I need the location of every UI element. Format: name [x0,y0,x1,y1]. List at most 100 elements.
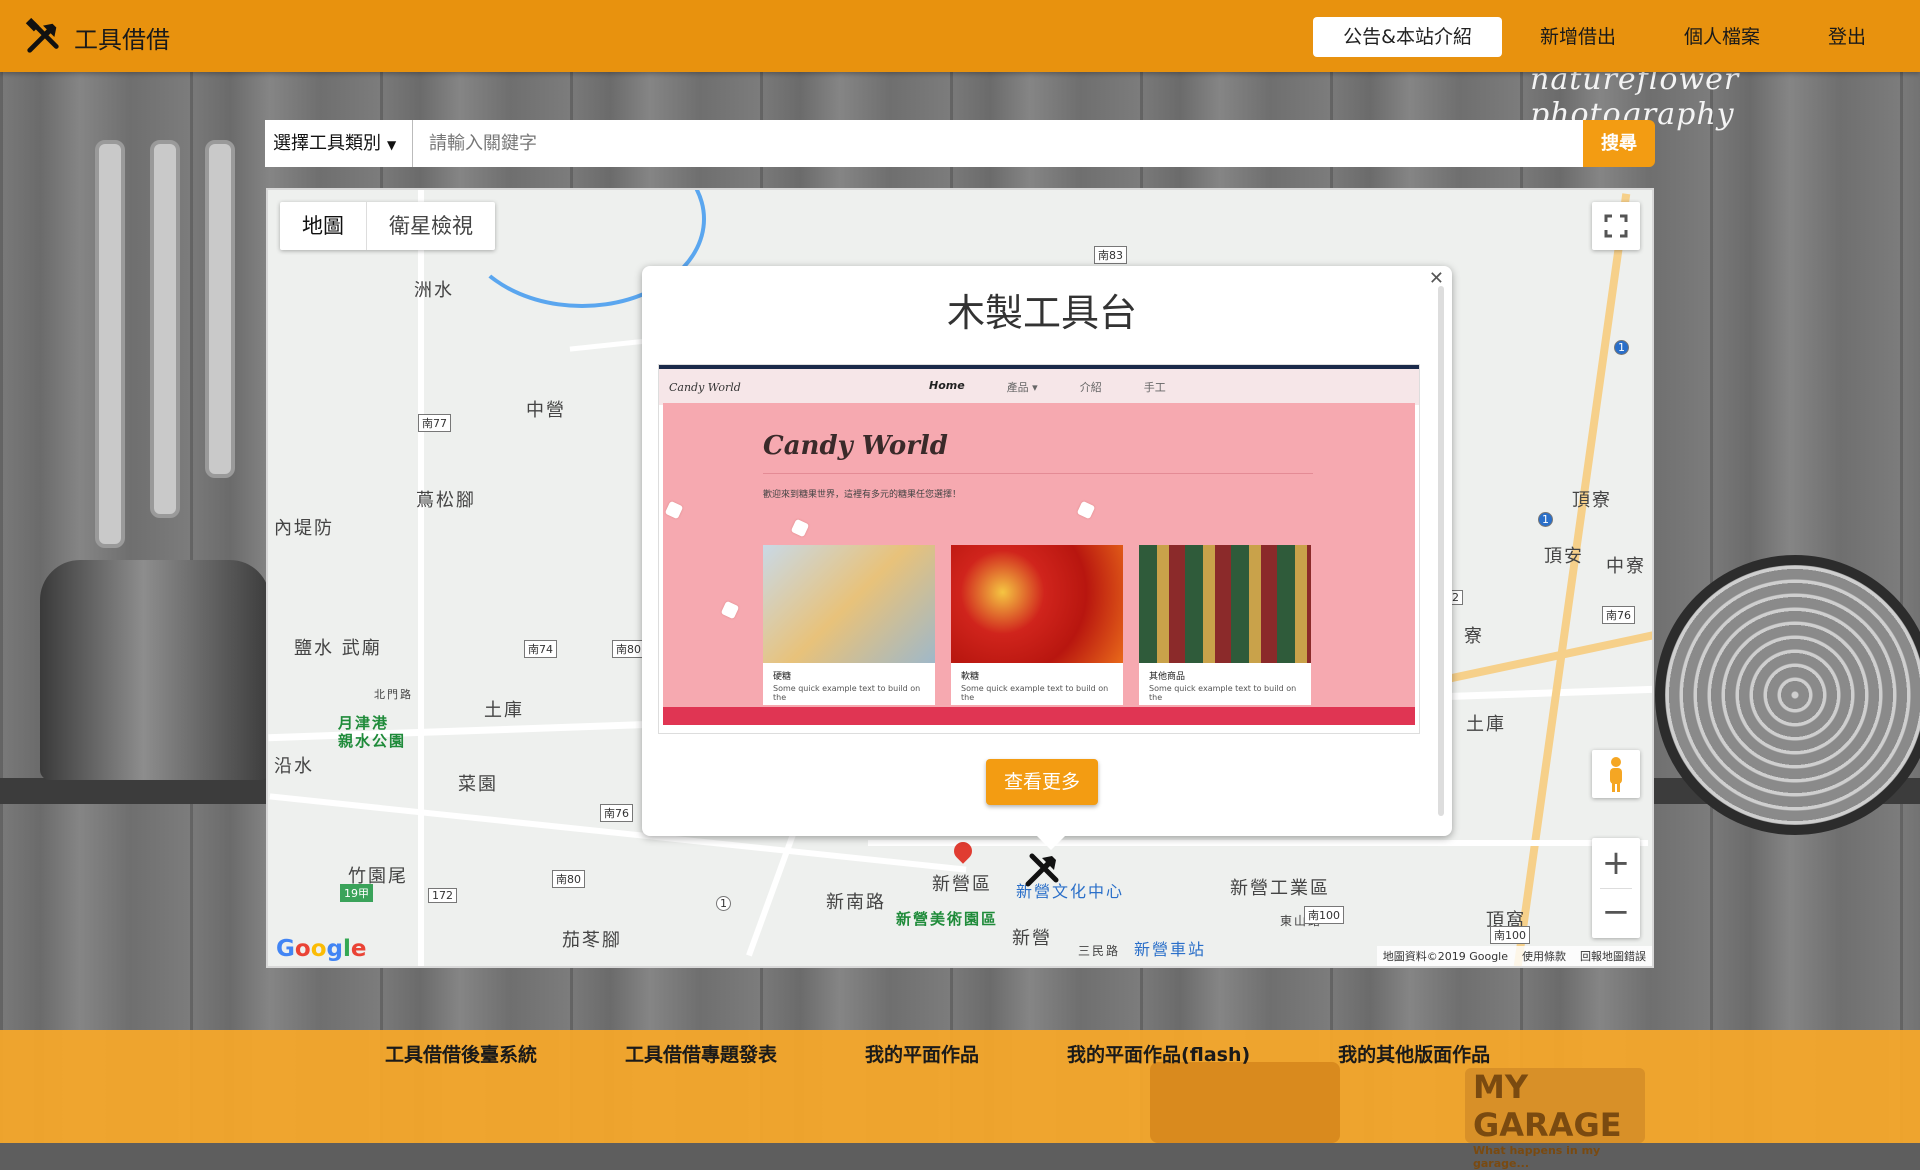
preview-image: Candy World Home 產品 ▾ 介紹 手工 Candy World … [658,364,1420,734]
background-wrench [95,140,125,548]
map-place-label: 土庫 [1466,714,1506,735]
map-place-label: 新營工業區 [1230,878,1330,899]
keyword-input[interactable] [413,120,1583,167]
map-place-label: 土庫 [484,700,524,721]
search-button[interactable]: 搜尋 [1583,120,1655,167]
map-type-roadmap[interactable]: 地圖 [280,202,367,250]
brand[interactable]: 工具借借 [24,18,170,56]
preview-hero: Candy World 歡迎來到糖果世界，這裡有多元的糖果任您選擇！ 硬糖 So… [663,403,1415,723]
map-place-label: 中寮 [1606,556,1646,577]
street-view-button[interactable] [1592,750,1640,798]
map-road-label: 南77 [418,414,451,432]
garage-sign-subtext: What happens in my garage... [1473,1144,1601,1170]
candy-decoration [790,518,810,538]
map-road-label: 1 [1614,340,1629,355]
fullscreen-button[interactable] [1592,202,1640,250]
map-road-label: 南100 [1304,906,1344,924]
map-road-label: 19甲 [340,884,373,902]
footer-link-admin[interactable]: 工具借借後臺系統 [385,1040,537,1067]
map-place-label: 新營區 [932,874,992,895]
preview-card-image [951,545,1123,663]
preview-card-image [1139,545,1311,663]
preview-nav-item: 手工 [1143,381,1166,394]
footer: MY GARAGE What happens in my garage... 工… [0,1030,1920,1170]
map-road-label: 172 [428,888,457,903]
map-place-label: 頂寮 [1572,490,1612,511]
map-road-label: 南83 [1094,246,1127,264]
zoom-in-button[interactable]: + [1592,838,1640,888]
map-place-label: 新營 [1012,928,1052,949]
zoom-control: + − [1592,838,1640,938]
category-select[interactable]: 選擇工具類別 ▼ [265,120,413,167]
info-window: ✕ 木製工具台 Candy World Home 產品 ▾ 介紹 手工 Cand… [642,266,1452,850]
preview-card: 其他商品 Some quick example text to build on… [1139,545,1311,705]
preview-card: 硬糖 Some quick example text to build on t… [763,545,935,705]
garage-sign-text: MY GARAGE [1473,1068,1622,1144]
map-road [418,190,424,966]
brand-title: 工具借借 [74,25,170,54]
map-place-label: 洲水 [414,280,454,301]
candy-decoration [664,500,684,520]
map-place-label: 蔦松腳 [416,490,476,511]
map-road-label: 1 [1538,512,1553,527]
preview-nav-links: Home 產品 ▾ 介紹 手工 [929,379,1166,395]
info-scrollbar[interactable] [1438,286,1444,816]
preview-card-text: Some quick example text to build on the [961,684,1109,702]
search-bar: 選擇工具類別 ▼ 搜尋 [265,120,1655,167]
pegman-icon [1610,757,1622,792]
report-error-link[interactable]: 回報地圖錯誤 [1580,948,1646,964]
background-sign [1150,1062,1340,1143]
terms-link[interactable]: 使用條款 [1522,948,1566,964]
map-place-label: 新南路 [826,892,886,913]
google-map[interactable]: 洲水 中營 蔦松腳 內堤防 鹽水 武廟 月津港 親水公園 土庫 菜園 沿水 竹園… [266,188,1654,968]
background-kettle [40,560,270,780]
preview-card-image [763,545,935,663]
preview-card-text: Some quick example text to build on the [773,684,921,702]
map-road-label: 南80 [612,640,645,658]
preview-nav-item: Home [929,379,965,392]
background-wrench [205,140,235,478]
preview-card-title: 硬糖 [773,672,792,682]
background-fan [1655,555,1920,835]
nav-new-lend[interactable]: 新增借出 [1510,17,1646,57]
zoom-out-button[interactable]: − [1592,889,1640,938]
map-road-label: 南100 [1490,926,1530,944]
nav-logout[interactable]: 登出 [1798,17,1896,57]
preview-brand: Candy World [669,380,741,394]
footer-links: 工具借借後臺系統 工具借借專題發表 我的平面作品 我的平面作品(flash) 我… [385,1040,1578,1067]
map-place-label: 親水公園 [338,732,407,750]
background-wrench [150,140,180,518]
map-place-label: 中營 [526,400,566,421]
map-road-label: 南76 [1602,606,1635,624]
preview-hero-text: 歡迎來到糖果世界，這裡有多元的糖果任您選擇！ [763,490,962,500]
nav-announcement[interactable]: 公告&本站介紹 [1313,17,1502,57]
map-place-label: 茄苳腳 [562,930,622,951]
main-nav: 公告&本站介紹 新增借出 個人檔案 登出 [1305,17,1896,57]
map-place-label: 沿水 [274,756,314,777]
top-navbar: 工具借借 公告&本站介紹 新增借出 個人檔案 登出 [0,0,1920,72]
map-place-label: 三民路 [1078,944,1121,958]
info-title: 木製工具台 [946,291,1137,335]
tool-marker-icon[interactable] [1022,850,1062,890]
map-road [868,840,1648,846]
footer-link-presentation[interactable]: 工具借借專題發表 [625,1040,777,1067]
footer-link-graphic-works[interactable]: 我的平面作品 [865,1040,979,1067]
preview-card-text: Some quick example text to build on the [1149,684,1297,702]
nav-profile[interactable]: 個人檔案 [1654,17,1790,57]
background-garage-sign: MY GARAGE What happens in my garage... [1465,1068,1645,1170]
preview-footer-bar [663,707,1415,725]
view-more-button[interactable]: 查看更多 [986,759,1098,805]
map-place-label: 頂安 [1544,546,1584,567]
map-place-label: 新營美術園區 [896,910,999,928]
footer-link-other-works[interactable]: 我的其他版面作品 [1338,1040,1490,1067]
map-type-satellite[interactable]: 衛星檢視 [367,202,495,250]
google-logo: Google [276,936,367,962]
caret-down-icon: ▼ [387,138,397,152]
map-attribution: 地圖資料©2019 Google 使用條款 回報地圖錯誤 [1376,946,1652,966]
map-place-label: 菜園 [458,774,498,795]
map-road-label: 南80 [552,870,585,888]
map-road-label: 南76 [600,804,633,822]
map-place-label: 新營車站 [1134,940,1207,959]
footer-link-flash-works[interactable]: 我的平面作品(flash) [1067,1040,1250,1067]
preview-hero-title: Candy World [763,431,948,461]
